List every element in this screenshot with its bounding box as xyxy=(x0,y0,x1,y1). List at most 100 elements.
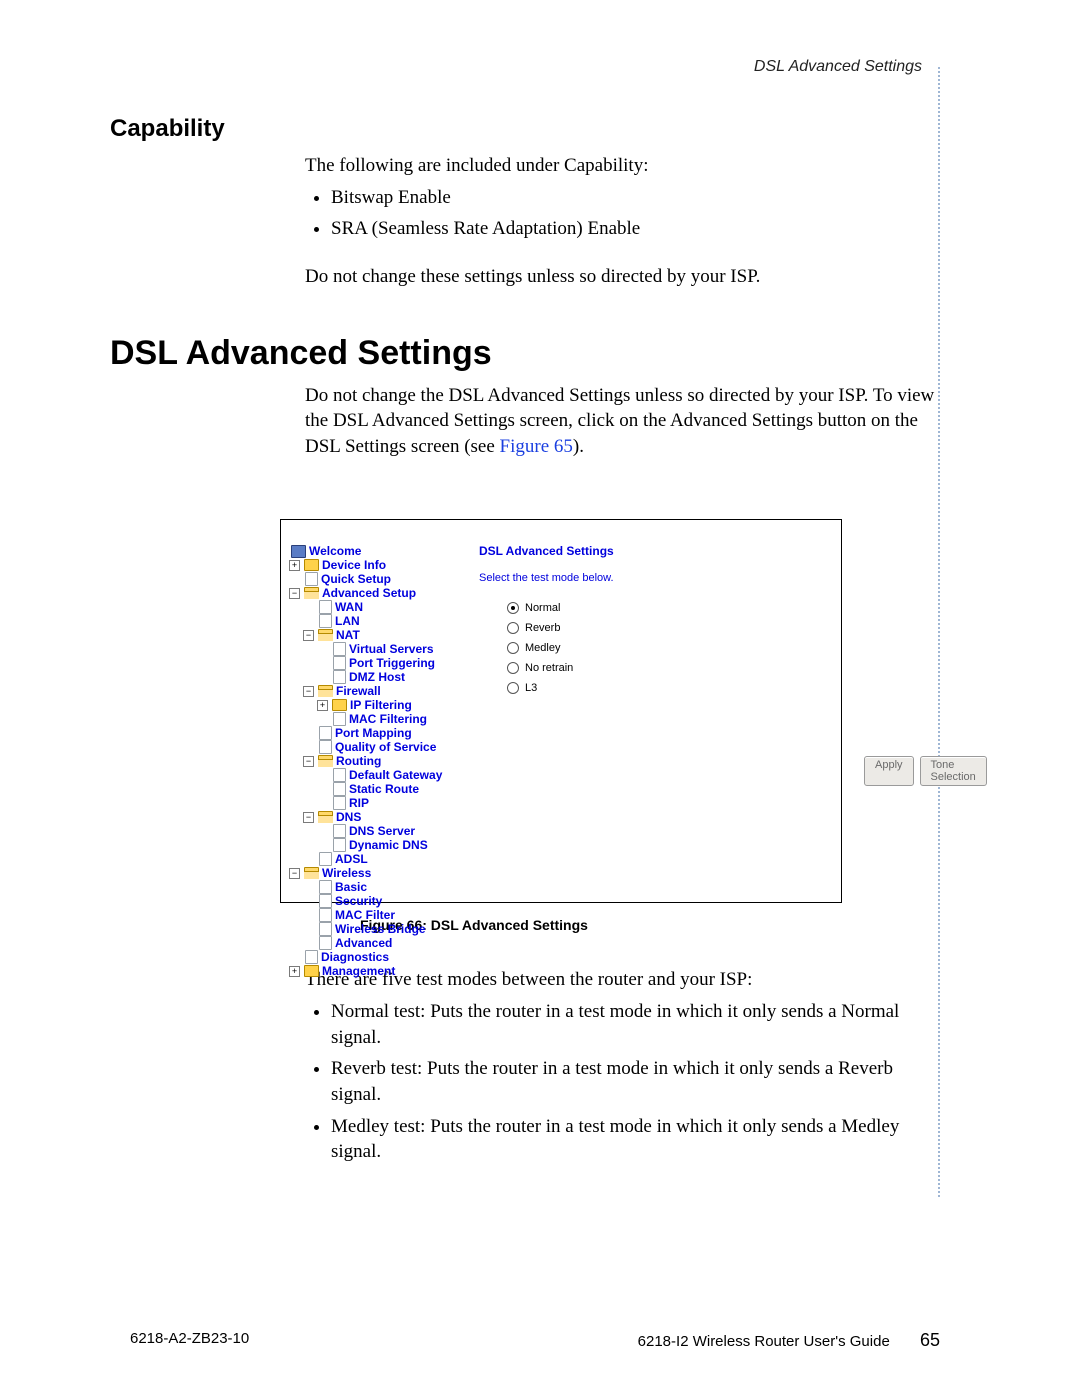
tree-node[interactable]: Port Triggering xyxy=(289,656,442,670)
tree-node[interactable]: Default Gateway xyxy=(289,768,442,782)
tree-node[interactable]: Diagnostics xyxy=(289,950,442,964)
page-icon xyxy=(319,726,332,740)
tree-node-label: Advanced Setup xyxy=(322,586,416,600)
tree-node[interactable]: RIP xyxy=(289,796,442,810)
tree-node-label: LAN xyxy=(335,614,360,628)
tree-node[interactable]: DMZ Host xyxy=(289,670,442,684)
page-icon xyxy=(333,796,346,810)
page-icon xyxy=(319,936,332,950)
footer-guide-title: 6218-I2 Wireless Router User's Guide xyxy=(638,1333,890,1350)
expand-icon[interactable]: + xyxy=(317,700,328,711)
collapse-icon[interactable]: − xyxy=(303,630,314,641)
tree-node[interactable]: + IP Filtering xyxy=(289,698,442,712)
expand-icon[interactable]: + xyxy=(289,560,300,571)
radio-label: Reverb xyxy=(525,622,560,634)
tree-node-label: DNS xyxy=(336,810,361,824)
page-icon xyxy=(333,824,346,838)
folder-open-icon xyxy=(304,587,319,599)
collapse-icon[interactable]: − xyxy=(289,868,300,879)
radio-no-retrain[interactable]: No retrain xyxy=(507,662,614,674)
radio-label: L3 xyxy=(525,682,537,694)
tree-node[interactable]: WAN xyxy=(289,600,442,614)
page-icon xyxy=(319,922,332,936)
figure-65-link[interactable]: Figure 65 xyxy=(500,436,573,457)
tree-node[interactable]: LAN xyxy=(289,614,442,628)
test-mode-bullet: Normal test: Puts the router in a test m… xyxy=(331,999,940,1050)
tree-node-label: Routing xyxy=(336,754,381,768)
tree-node[interactable]: MAC Filtering xyxy=(289,712,442,726)
tree-node[interactable]: Basic xyxy=(289,880,442,894)
page-icon xyxy=(319,740,332,754)
radio-icon xyxy=(507,682,519,694)
folder-closed-icon xyxy=(304,965,319,977)
tree-node-label: Wireless xyxy=(322,866,371,880)
radio-icon xyxy=(507,642,519,654)
tree-node-label: ADSL xyxy=(335,852,368,866)
tree-node-label: Wireless Bridge xyxy=(335,922,426,936)
tree-node-label: IP Filtering xyxy=(350,698,412,712)
expand-icon[interactable]: + xyxy=(289,966,300,977)
radio-icon xyxy=(507,662,519,674)
tree-node[interactable]: + Device Info xyxy=(289,558,442,572)
tree-node[interactable]: Virtual Servers xyxy=(289,642,442,656)
radio-medley[interactable]: Medley xyxy=(507,642,614,654)
panel-instruction: Select the test mode below. xyxy=(479,572,614,584)
tree-node-label: Management xyxy=(322,964,395,978)
collapse-icon[interactable]: − xyxy=(303,686,314,697)
tree-node[interactable]: − Wireless xyxy=(289,866,442,880)
radio-l3[interactable]: L3 xyxy=(507,682,614,694)
collapse-icon[interactable]: − xyxy=(289,588,300,599)
tree-node[interactable]: DNS Server xyxy=(289,824,442,838)
page-number: 65 xyxy=(920,1330,940,1350)
tree-node[interactable]: Welcome xyxy=(289,544,442,558)
radio-label: No retrain xyxy=(525,662,573,674)
folder-open-icon xyxy=(318,755,333,767)
tree-node[interactable]: Quality of Service xyxy=(289,740,442,754)
apply-button[interactable]: Apply xyxy=(864,756,914,786)
heading-capability: Capability xyxy=(110,115,970,143)
tree-node[interactable]: Security xyxy=(289,894,442,908)
test-mode-bullet: Reverb test: Puts the router in a test m… xyxy=(331,1056,940,1107)
tree-node[interactable]: − Advanced Setup xyxy=(289,586,442,600)
folder-closed-icon xyxy=(304,559,319,571)
tree-node-label: Default Gateway xyxy=(349,768,442,782)
tree-node[interactable]: MAC Filter xyxy=(289,908,442,922)
page-icon xyxy=(319,852,332,866)
tree-node[interactable]: −NAT xyxy=(289,628,442,642)
collapse-icon[interactable]: − xyxy=(303,812,314,823)
tree-node[interactable]: − DNS xyxy=(289,810,442,824)
radio-reverb[interactable]: Reverb xyxy=(507,622,614,634)
tree-node-label: Quality of Service xyxy=(335,740,436,754)
tree-node-label: Firewall xyxy=(336,684,381,698)
tree-node[interactable]: + Management xyxy=(289,964,442,978)
tree-node[interactable]: Quick Setup xyxy=(289,572,442,586)
page-icon xyxy=(305,572,318,586)
heading-dsl-advanced: DSL Advanced Settings xyxy=(110,334,970,373)
tone-selection-button[interactable]: Tone Selection xyxy=(920,756,987,786)
page-icon xyxy=(333,712,346,726)
figure-66-screenshot: Welcome + Device Info Quick Setup − Advanced… xyxy=(280,519,842,903)
tree-node[interactable]: − Firewall xyxy=(289,684,442,698)
dsl-para-end: ). xyxy=(573,436,584,457)
radio-normal[interactable]: Normal xyxy=(507,602,614,614)
tree-node[interactable]: Dynamic DNS xyxy=(289,838,442,852)
page-icon xyxy=(333,768,346,782)
tree-node[interactable]: Static Route xyxy=(289,782,442,796)
tree-node-label: Port Mapping xyxy=(335,726,412,740)
tree-node-label: DMZ Host xyxy=(349,670,405,684)
capability-intro: The following are included under Capabil… xyxy=(305,153,940,179)
tree-node[interactable]: ADSL xyxy=(289,852,442,866)
collapse-icon[interactable]: − xyxy=(303,756,314,767)
tree-node[interactable]: − Routing xyxy=(289,754,442,768)
tree-node-label: Device Info xyxy=(322,558,386,572)
tree-node-label: MAC Filtering xyxy=(349,712,427,726)
capability-bullet: Bitswap Enable xyxy=(331,185,940,211)
tree-node[interactable]: Port Mapping xyxy=(289,726,442,740)
tree-node-label: Diagnostics xyxy=(321,950,389,964)
margin-decoration xyxy=(936,67,940,1197)
radio-icon xyxy=(507,622,519,634)
tree-node[interactable]: Advanced xyxy=(289,936,442,950)
running-header: DSL Advanced Settings xyxy=(754,58,922,76)
tree-node[interactable]: Wireless Bridge xyxy=(289,922,442,936)
tree-node-label: Basic xyxy=(335,880,367,894)
